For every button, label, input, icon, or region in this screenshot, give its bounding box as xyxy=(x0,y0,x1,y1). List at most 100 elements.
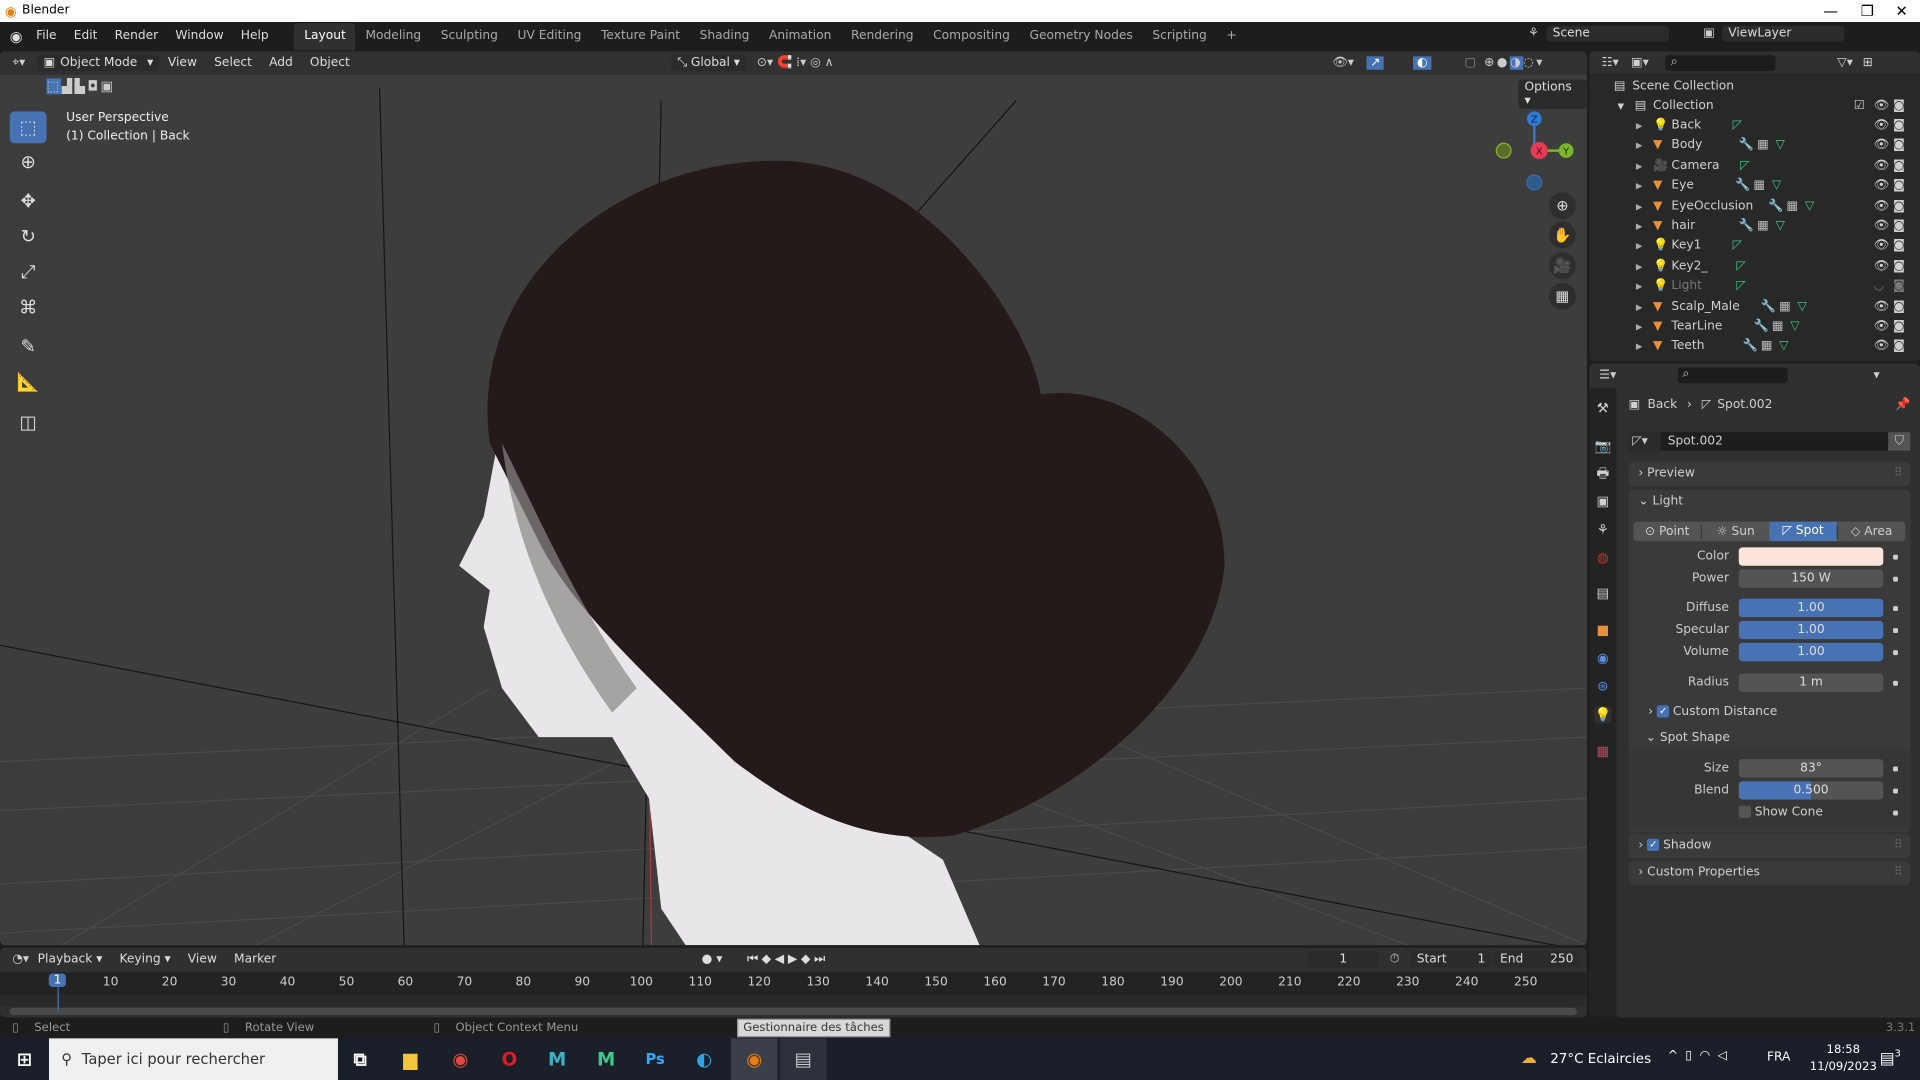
light-data-tab-icon[interactable]: 💡 xyxy=(1594,706,1612,724)
mesh-data-icon[interactable]: ▽ xyxy=(1776,136,1785,156)
preview-panel[interactable]: › Preview ⠿ xyxy=(1628,461,1911,487)
windows-start-icon[interactable]: ⊞ xyxy=(7,1044,41,1073)
render-camera-icon[interactable]: ◙ xyxy=(1893,337,1905,357)
view-layer-tab-icon[interactable]: ▣ xyxy=(1594,493,1611,510)
tab-scripting[interactable]: Scripting xyxy=(1143,23,1217,50)
constraints-tab-icon[interactable]: ⊛ xyxy=(1594,678,1611,695)
mudbox-icon[interactable]: M xyxy=(589,1044,623,1073)
eye-icon[interactable]: 👁 xyxy=(1873,156,1889,176)
tab-animation[interactable]: Animation xyxy=(759,23,841,50)
eye-icon[interactable]: 👁 xyxy=(1873,317,1889,337)
vertex-groups-icon[interactable]: ▦ xyxy=(1761,337,1773,357)
tab-uv-editing[interactable]: UV Editing xyxy=(508,23,591,50)
object-tab-icon[interactable]: ■ xyxy=(1594,622,1611,639)
collection-tab-icon[interactable]: ▤ xyxy=(1594,585,1611,602)
xray-icon[interactable]: ▢ xyxy=(1464,56,1476,69)
minimize-button[interactable]: — xyxy=(1812,0,1849,22)
expand-icon[interactable]: ▶ xyxy=(1636,197,1643,217)
keyframe-dot[interactable] xyxy=(1893,810,1898,816)
expand-icon[interactable]: ▶ xyxy=(1636,136,1643,156)
tab-geometry-nodes[interactable]: Geometry Nodes xyxy=(1020,23,1143,50)
expand-icon[interactable]: ▶ xyxy=(1636,257,1643,277)
eye-icon[interactable]: 👁 xyxy=(1873,237,1889,257)
outliner-editor-icon[interactable]: ☷▾ xyxy=(1602,56,1619,69)
tab-layout[interactable]: Layout xyxy=(294,23,356,51)
modifier-wrench-icon[interactable]: 🔧 xyxy=(1768,197,1783,217)
display-mode-icon[interactable]: ▣▾ xyxy=(1631,56,1649,69)
blender-menu-icon[interactable]: ◉ xyxy=(10,28,23,45)
expand-icon[interactable]: ▶ xyxy=(1636,116,1643,136)
expand-icon[interactable]: ▶ xyxy=(1636,217,1643,237)
stopwatch-icon[interactable]: ⏱ xyxy=(1390,953,1400,966)
outliner-scene-collection[interactable]: ▤ Scene Collection xyxy=(1589,77,1920,97)
modifier-wrench-icon[interactable]: 🔧 xyxy=(1735,177,1750,197)
expand-icon[interactable]: ▶ xyxy=(1636,237,1643,257)
scale-tool[interactable]: ⤢ xyxy=(10,256,47,288)
eye-icon[interactable]: 👁 xyxy=(1873,257,1889,277)
playhead-line[interactable] xyxy=(57,984,59,1012)
camera-data-icon[interactable]: ◸ xyxy=(1740,156,1749,176)
timeline-view-menu[interactable]: View xyxy=(179,948,225,974)
cursor-tool[interactable]: ⊕ xyxy=(10,146,47,178)
auto-keying-icon[interactable]: ● ▾ xyxy=(702,953,723,966)
clock[interactable]: 18:58 11/09/2023 xyxy=(1810,1042,1877,1076)
task-manager-icon[interactable]: ▤ xyxy=(780,1038,827,1080)
viewport-menu-view[interactable]: View xyxy=(159,51,205,77)
maximize-button[interactable]: ❐ xyxy=(1849,0,1886,22)
annotate-tool[interactable]: ✎ xyxy=(10,331,47,363)
power-field[interactable]: 150 W xyxy=(1738,569,1884,588)
properties-options-icon[interactable]: ▾ xyxy=(1873,368,1879,381)
transform-tool[interactable]: ⌘ xyxy=(10,291,47,323)
outliner-item[interactable]: ▶ 💡 Key1 ◸ 👁 ◙ xyxy=(1589,237,1920,257)
light-type-selector[interactable]: ⊙ Point ☼ Sun ◸ Spot ◇ Area xyxy=(1633,521,1906,542)
expand-icon[interactable]: ▶ xyxy=(1636,297,1643,317)
expand-icon[interactable]: ▶ xyxy=(1636,277,1643,297)
render-camera-icon[interactable]: ◙ xyxy=(1893,136,1905,156)
mesh-data-icon[interactable]: ▽ xyxy=(1805,197,1814,217)
mesh-data-icon[interactable]: ▽ xyxy=(1779,337,1788,357)
keyframe-dot[interactable] xyxy=(1893,554,1898,560)
light-panel-header[interactable]: ⌄ Light xyxy=(1629,490,1911,514)
mesh-data-icon[interactable]: ▽ xyxy=(1776,217,1785,237)
marker-menu[interactable]: Marker xyxy=(225,948,284,974)
light-data-icon[interactable]: ◸ xyxy=(1736,277,1745,297)
modifier-wrench-icon[interactable]: 🔧 xyxy=(1761,297,1776,317)
scene-tab-icon[interactable]: ⚘ xyxy=(1594,522,1611,539)
outliner-item[interactable]: ▶ 💡 Key2_ ◸ 👁 ◙ xyxy=(1589,257,1920,277)
tab-modeling[interactable]: Modeling xyxy=(356,23,431,50)
light-datablock-selector[interactable]: ◸▾ Spot.002 ⛉ xyxy=(1628,432,1911,451)
outliner-item[interactable]: ▶ ▼ hair 🔧 ▦ ▽ 👁 ◙ xyxy=(1589,217,1920,237)
pan-view-icon[interactable]: ✋ xyxy=(1548,221,1576,249)
move-tool[interactable]: ✥ xyxy=(10,185,47,217)
blend-slider[interactable]: 0.500 xyxy=(1738,781,1884,800)
keying-menu[interactable]: Keying ▾ xyxy=(111,948,179,974)
render-tab-icon[interactable]: 📷 xyxy=(1594,438,1611,455)
keyframe-dot[interactable] xyxy=(1893,650,1898,656)
file-explorer-icon[interactable]: ▆ xyxy=(393,1044,427,1073)
drag-handle-icon[interactable]: ⠿ xyxy=(1894,861,1903,885)
measure-tool[interactable]: 📐 xyxy=(10,366,47,398)
properties-editor-icon[interactable]: ☰▾ xyxy=(1599,368,1616,381)
notifications-icon[interactable]: ▤3 xyxy=(1880,1048,1901,1068)
mode-selector[interactable]: ▣ Object Mode ▾ xyxy=(37,55,160,72)
tab-compositing[interactable]: Compositing xyxy=(923,23,1019,50)
modifier-wrench-icon[interactable]: 🔧 xyxy=(1739,217,1754,237)
expand-icon[interactable]: ▶ xyxy=(1636,156,1643,176)
weather-icon[interactable]: ☁ xyxy=(1521,1049,1537,1067)
rotate-tool[interactable]: ↻ xyxy=(10,220,47,252)
scene-selector[interactable]: Scene xyxy=(1546,25,1669,42)
render-camera-icon[interactable]: ◙ xyxy=(1893,297,1905,317)
system-tray-icons[interactable]: ^▯◠◁ xyxy=(1668,1049,1735,1062)
custom-properties-panel[interactable]: › Custom Properties ⠿ xyxy=(1628,860,1911,886)
shadow-checkbox[interactable]: ✓ xyxy=(1647,838,1660,852)
edge-icon[interactable]: ◐ xyxy=(687,1044,721,1073)
drag-handle-icon[interactable]: ⠿ xyxy=(1894,462,1903,486)
outliner-collection[interactable]: ▼ ▤ Collection ☑ 👁 ◙ xyxy=(1589,97,1920,117)
light-data-icon[interactable]: ◸ xyxy=(1733,237,1742,257)
eye-icon[interactable]: 👁 xyxy=(1873,337,1889,357)
diffuse-slider[interactable]: 1.00 xyxy=(1738,598,1884,618)
render-camera-icon[interactable]: ◙ xyxy=(1893,97,1905,117)
add-cube-tool[interactable]: ◫ xyxy=(10,407,47,439)
vertex-groups-icon[interactable]: ▦ xyxy=(1779,297,1791,317)
expand-icon[interactable]: ▶ xyxy=(1636,337,1643,357)
